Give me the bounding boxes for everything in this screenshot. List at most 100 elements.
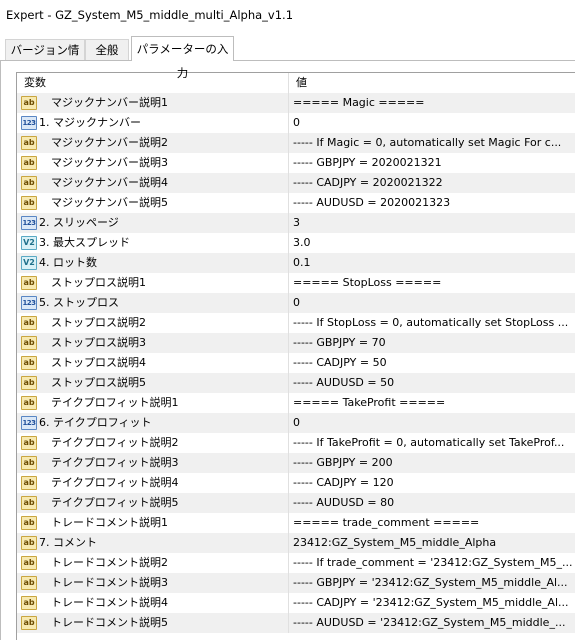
string-type-icon: ab — [21, 336, 37, 350]
column-header-value[interactable]: 値 — [289, 73, 575, 93]
parameter-row[interactable]: ab マジックナンバー説明5 ----- AUDUSD = 2020021323 — [17, 193, 575, 213]
parameter-value[interactable]: 0 — [293, 113, 574, 133]
parameter-row[interactable]: ab トレードコメント説明3 ----- GBPJPY = '23412:GZ_Sy… — [17, 573, 575, 593]
parameter-row[interactable]: ab ストップロス説明1 ===== StopLoss ===== — [17, 273, 575, 293]
parameter-row[interactable]: ab 7. コメント 23412:GZ_System_M5_middle_Alpha — [17, 533, 575, 553]
column-separator — [288, 93, 289, 113]
parameter-value[interactable]: ----- AUDUSD = 80 — [293, 493, 574, 513]
column-separator — [288, 353, 289, 373]
parameter-value[interactable]: ===== trade_comment ===== — [293, 513, 574, 533]
parameter-row[interactable]: ab トレードコメント説明2 ----- If trade_comment = '2… — [17, 553, 575, 573]
column-separator — [288, 433, 289, 453]
parameter-row[interactable]: ab トレードコメント説明5 ----- AUDUSD = '23412:GZ_Sy… — [17, 613, 575, 633]
window-title: Expert - GZ_System_M5_middle_multi_Alpha… — [0, 0, 575, 30]
parameter-name: 2. スリッページ — [39, 216, 119, 229]
parameter-name: トレードコメント説明5 — [51, 616, 168, 629]
parameter-row[interactable]: ab マジックナンバー説明1 ===== Magic ===== — [17, 93, 575, 113]
parameter-row[interactable]: ab ストップロス説明5 ----- AUDUSD = 50 — [17, 373, 575, 393]
parameter-value[interactable]: ----- GBPJPY = 70 — [293, 333, 574, 353]
column-separator — [288, 333, 289, 353]
string-type-icon: ab — [21, 616, 37, 630]
parameter-value[interactable]: ===== Magic ===== — [293, 93, 574, 113]
parameter-row[interactable]: ab トレードコメント説明4 ----- CADJPY = '23412:GZ_Sy… — [17, 593, 575, 613]
integer-type-icon: 123 — [21, 296, 37, 310]
parameter-name: トレードコメント説明2 — [51, 556, 168, 569]
parameter-row[interactable]: V2 4. ロット数 0.1 — [17, 253, 575, 273]
parameter-value[interactable]: ===== StopLoss ===== — [293, 273, 574, 293]
parameter-row[interactable]: ab トレードコメント説明1 ===== trade_comment ===== — [17, 513, 575, 533]
parameter-value[interactable]: ----- If StopLoss = 0, automatically set… — [293, 313, 574, 333]
parameter-value[interactable]: ----- AUDUSD = '23412:GZ_System_M5_middl… — [293, 613, 574, 633]
parameters-grid: 変数 値 ab マジックナンバー説明1 ===== Magic ===== 123 1.… — [16, 72, 575, 640]
column-separator — [288, 313, 289, 333]
parameter-row[interactable]: 123 6. テイクプロフィット 0 — [17, 413, 575, 433]
parameter-row[interactable]: V2 3. 最大スプレッド 3.0 — [17, 233, 575, 253]
parameter-value[interactable]: 3 — [293, 213, 574, 233]
parameter-row[interactable]: ab テイクプロフィット説明3 ----- GBPJPY = 200 — [17, 453, 575, 473]
parameter-name: トレードコメント説明4 — [51, 596, 168, 609]
parameter-value[interactable]: ----- CADJPY = 2020021322 — [293, 173, 574, 193]
parameter-value[interactable]: 0 — [293, 413, 574, 433]
parameter-value[interactable]: ----- If trade_comment = '23412:GZ_Syste… — [293, 553, 574, 573]
parameter-value[interactable]: ----- GBPJPY = 2020021321 — [293, 153, 574, 173]
string-type-icon: ab — [21, 376, 37, 390]
column-separator — [288, 573, 289, 593]
parameter-name: ストップロス説明2 — [51, 316, 146, 329]
string-type-icon: ab — [21, 176, 37, 190]
parameter-name: トレードコメント説明1 — [51, 516, 168, 529]
double-type-icon: V2 — [21, 236, 37, 250]
parameter-name: 1. マジックナンバー — [39, 116, 141, 129]
parameter-value[interactable]: ----- AUDUSD = 2020021323 — [293, 193, 574, 213]
parameter-name: 4. ロット数 — [39, 256, 97, 269]
parameter-row[interactable]: ab マジックナンバー説明3 ----- GBPJPY = 2020021321 — [17, 153, 575, 173]
parameter-row[interactable]: ab テイクプロフィット説明4 ----- CADJPY = 120 — [17, 473, 575, 493]
parameter-value[interactable]: ----- CADJPY = '23412:GZ_System_M5_middl… — [293, 593, 574, 613]
parameter-row[interactable]: ab ストップロス説明3 ----- GBPJPY = 70 — [17, 333, 575, 353]
parameter-row[interactable]: ab マジックナンバー説明2 ----- If Magic = 0, automat… — [17, 133, 575, 153]
parameter-row[interactable]: ab ストップロス説明4 ----- CADJPY = 50 — [17, 353, 575, 373]
parameter-row[interactable]: ab ストップロス説明2 ----- If StopLoss = 0, automa… — [17, 313, 575, 333]
parameter-value[interactable]: ----- GBPJPY = 200 — [293, 453, 574, 473]
integer-type-icon: 123 — [21, 116, 37, 130]
parameter-row[interactable]: ab テイクプロフィット説明2 ----- If TakeProfit = 0, a… — [17, 433, 575, 453]
parameter-value[interactable]: 23412:GZ_System_M5_middle_Alpha — [293, 533, 574, 553]
column-separator — [288, 413, 289, 433]
string-type-icon: ab — [21, 316, 37, 330]
parameter-value[interactable]: ----- If Magic = 0, automatically set Ma… — [293, 133, 574, 153]
parameter-value[interactable]: ===== TakeProfit ===== — [293, 393, 574, 413]
string-type-icon: ab — [21, 356, 37, 370]
tab-input-parameters[interactable]: パラメーターの入力 — [131, 36, 234, 80]
parameter-name: 6. テイクプロフィット — [39, 416, 152, 429]
parameter-row[interactable]: 123 5. ストップロス 0 — [17, 293, 575, 313]
parameter-value[interactable]: 3.0 — [293, 233, 574, 253]
column-separator — [288, 253, 289, 273]
parameter-name: ストップロス説明1 — [51, 276, 146, 289]
double-type-icon: V2 — [21, 256, 37, 270]
string-type-icon: ab — [21, 536, 37, 550]
parameter-name: マジックナンバー説明1 — [51, 96, 168, 109]
parameter-row[interactable]: ab テイクプロフィット説明5 ----- AUDUSD = 80 — [17, 493, 575, 513]
column-separator — [288, 293, 289, 313]
parameter-name: 5. ストップロス — [39, 296, 119, 309]
parameter-row[interactable]: 123 2. スリッページ 3 — [17, 213, 575, 233]
parameter-row[interactable]: ab テイクプロフィット説明1 ===== TakeProfit ===== — [17, 393, 575, 413]
parameter-value[interactable]: ----- AUDUSD = 50 — [293, 373, 574, 393]
parameter-row[interactable]: 123 1. マジックナンバー 0 — [17, 113, 575, 133]
parameter-value[interactable]: ----- CADJPY = 50 — [293, 353, 574, 373]
parameter-row[interactable]: ab マジックナンバー説明4 ----- CADJPY = 2020021322 — [17, 173, 575, 193]
parameter-value[interactable]: ----- If TakeProfit = 0, automatically s… — [293, 433, 574, 453]
parameter-value[interactable]: 0 — [293, 293, 574, 313]
string-type-icon: ab — [21, 396, 37, 410]
tab-bar: バージョン情報 全般 パラメーターの入力 — [0, 36, 575, 80]
tab-version-info[interactable]: バージョン情報 — [5, 39, 85, 77]
parameter-name: マジックナンバー説明5 — [51, 196, 168, 209]
column-header-variable[interactable]: 変数 — [17, 73, 288, 93]
tab-general[interactable]: 全般 — [85, 39, 129, 60]
parameter-value[interactable]: 0.1 — [293, 253, 574, 273]
string-type-icon: ab — [21, 436, 37, 450]
parameter-name: ストップロス説明5 — [51, 376, 146, 389]
parameter-value[interactable]: ----- CADJPY = 120 — [293, 473, 574, 493]
column-separator — [288, 193, 289, 213]
string-type-icon: ab — [21, 476, 37, 490]
parameter-value[interactable]: ----- GBPJPY = '23412:GZ_System_M5_middl… — [293, 573, 574, 593]
